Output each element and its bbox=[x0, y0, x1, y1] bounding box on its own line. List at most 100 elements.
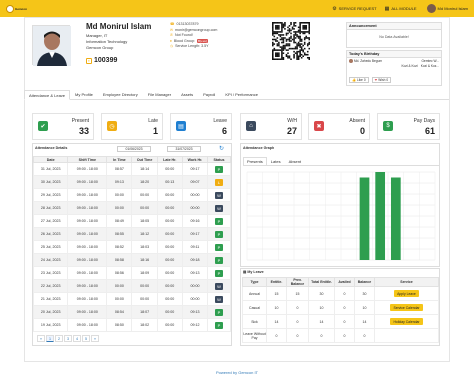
status-badge: P bbox=[215, 230, 224, 238]
tab-attendance-leave[interactable]: Attendance & Leave bbox=[24, 90, 71, 100]
phone-icon: ☎ bbox=[170, 22, 175, 26]
footer-powered-by[interactable]: Powered by Gemcon IT bbox=[0, 370, 474, 375]
contact-info: ☎ 01313037879 ✉ monir@gemcongroup.com ✆ … bbox=[170, 22, 217, 48]
leave-service-button[interactable]: Apply Leave bbox=[394, 290, 419, 297]
table-row[interactable]: 23 Jul, 2023 09:00 - 18:00 08:56 18:09 00:00… bbox=[32, 266, 231, 280]
cell-shift: 09:00 - 18:00 bbox=[67, 227, 108, 241]
like-button[interactable]: 👍 Like 0 bbox=[349, 77, 369, 83]
tab-file-manager[interactable]: File Manager bbox=[143, 89, 176, 99]
table-row[interactable]: 24 Jul, 2023 09:00 - 18:00 08:58 18:16 00:00… bbox=[32, 253, 231, 267]
cell-service: Apply Leave bbox=[374, 286, 439, 301]
company-logo[interactable]: Gemcon bbox=[6, 4, 32, 14]
cell-ent: 10 bbox=[266, 300, 287, 315]
table-row[interactable]: 21 Jul, 2023 09:00 - 18:00 00:00 00:00 00:00… bbox=[32, 292, 231, 306]
extra-value: Not Found! bbox=[175, 33, 193, 37]
table-row[interactable]: 31 Jul, 2023 09:00 - 18:00 08:57 18:14 00:00… bbox=[32, 162, 231, 176]
table-row: Annual 15 15 30 0 30 Apply Leave bbox=[242, 286, 439, 301]
cell-shift: 09:00 - 18:00 bbox=[67, 318, 108, 332]
cell-type: Leave Without Pay bbox=[242, 328, 267, 343]
date-to-input[interactable]: 31/07/2023 bbox=[167, 146, 201, 152]
cell-date: 30 Jul, 2023 bbox=[32, 175, 69, 189]
table-row[interactable]: 29 Jul, 2023 09:00 - 18:00 00:00 00:00 00:00… bbox=[32, 188, 231, 202]
stat-label: Late bbox=[148, 118, 158, 124]
tab-my-profile[interactable]: My Profile bbox=[70, 89, 98, 99]
tab-presents[interactable]: Presents bbox=[243, 157, 267, 165]
page-link[interactable]: » bbox=[91, 335, 99, 342]
cell-out: 18:16 bbox=[131, 253, 158, 267]
service-request-label: SERVICE REQUEST bbox=[338, 6, 377, 11]
page-link[interactable]: 4 bbox=[73, 335, 81, 342]
calendar-icon: ▤ bbox=[243, 270, 247, 274]
table-row[interactable]: 27 Jul, 2023 09:00 - 18:00 08:49 18:05 00:00… bbox=[32, 214, 231, 228]
page-link[interactable]: 5 bbox=[82, 335, 90, 342]
cell-shift: 09:00 - 18:00 bbox=[67, 175, 108, 189]
all-module-link[interactable]: ▦ ALL MODULE bbox=[385, 6, 417, 12]
cell-status: P bbox=[207, 227, 231, 241]
page-link[interactable]: 1 bbox=[46, 335, 54, 342]
page-link[interactable]: « bbox=[37, 335, 45, 342]
table-row[interactable]: 25 Jul, 2023 09:00 - 18:00 08:52 18:03 00:00… bbox=[32, 240, 231, 254]
cell-status: W bbox=[207, 279, 231, 293]
column-header: Type bbox=[242, 277, 267, 287]
gear-icon: ⚙ bbox=[332, 5, 337, 12]
announcement-panel: Announcement No Data Available! bbox=[346, 22, 442, 48]
chart-bar[interactable] bbox=[375, 172, 386, 260]
refresh-icon[interactable]: ↻ bbox=[219, 145, 224, 152]
cell-out: 18:09 bbox=[131, 266, 158, 280]
avatar bbox=[426, 4, 436, 13]
cell-in: 09:13 bbox=[106, 175, 133, 189]
table-row[interactable]: 19 Jul, 2023 09:00 - 18:00 08:50 18:02 00:00… bbox=[32, 318, 231, 332]
grid-icon: ▦ bbox=[384, 5, 390, 12]
leave-service-button[interactable]: Service Calendar bbox=[390, 304, 423, 311]
table-row[interactable]: 30 Jul, 2023 09:00 - 18:00 09:13 18:20 00:13… bbox=[32, 175, 231, 189]
chart-bar[interactable] bbox=[390, 177, 401, 261]
page-link[interactable]: 2 bbox=[55, 335, 63, 342]
tab-absent[interactable]: Absent bbox=[285, 157, 305, 165]
stat-present[interactable]: ✔ Present 33 bbox=[32, 113, 94, 140]
tab-assets[interactable]: Assets bbox=[176, 89, 198, 99]
stat-wh[interactable]: ⌂ W/H 27 bbox=[240, 113, 302, 140]
cell-type: Sick bbox=[242, 314, 267, 329]
tab-lates[interactable]: Lates bbox=[267, 157, 285, 165]
table-row[interactable]: 22 Jul, 2023 09:00 - 18:00 00:00 00:00 00:00… bbox=[32, 279, 231, 293]
stat-value: 33 bbox=[78, 126, 89, 136]
chart-bar[interactable] bbox=[359, 177, 370, 261]
table-row[interactable]: 26 Jul, 2023 09:00 - 18:00 08:55 18:12 00:00… bbox=[32, 227, 231, 241]
leave-service-button[interactable]: Holiday Calendar bbox=[390, 318, 423, 325]
cell-late: 00:00 bbox=[156, 253, 183, 267]
cell-status: P bbox=[207, 318, 231, 332]
stat-absent[interactable]: ✖ Absent 0 bbox=[308, 113, 370, 140]
cell-out: 00:00 bbox=[131, 188, 158, 202]
tab-employee-directory[interactable]: Employee Directory bbox=[98, 89, 143, 99]
status-badge: W bbox=[215, 295, 224, 303]
mail-icon: ✉ bbox=[170, 27, 174, 32]
cell-work: 09:18 bbox=[181, 253, 209, 267]
stat-late[interactable]: ◷ Late 1 bbox=[101, 113, 163, 140]
stat-pay-days[interactable]: $ Pay Days 61 bbox=[377, 113, 440, 140]
tab-payroll[interactable]: Payroll bbox=[198, 89, 220, 99]
email-row: ✉ monir@gemcongroup.com bbox=[170, 28, 217, 32]
cell-date: 23 Jul, 2023 bbox=[32, 266, 69, 280]
date-from-input[interactable]: 01/06/2023 bbox=[117, 146, 151, 152]
cell-balance: 0 bbox=[354, 328, 375, 343]
page-link[interactable]: 3 bbox=[64, 335, 72, 342]
table-row[interactable]: 28 Jul, 2023 09:00 - 18:00 00:00 00:00 00:00… bbox=[32, 201, 231, 215]
logo-mark bbox=[6, 4, 14, 13]
status-badge: P bbox=[215, 217, 224, 225]
cell-in: 08:52 bbox=[106, 240, 133, 254]
cell-date: 21 Jul, 2023 bbox=[32, 292, 69, 306]
cell-availed: 0 bbox=[334, 300, 355, 315]
cell-ent: 15 bbox=[266, 286, 287, 301]
birthday-person[interactable]: Md. Zahedu Begum bbox=[349, 59, 382, 63]
table-row[interactable]: 20 Jul, 2023 09:00 - 18:00 08:54 18:07 00:00… bbox=[32, 305, 231, 319]
user-menu[interactable]: Md Monirul Islam bbox=[426, 4, 468, 13]
tab-kpi-performance[interactable]: KPI / Performance bbox=[220, 89, 263, 99]
birthday-actions: 👍 Like 0 ❤ Wish 0 bbox=[349, 77, 392, 83]
cell-in: 08:56 bbox=[106, 266, 133, 280]
birthday-person-name-2[interactable]: Kozi & Kozi bbox=[401, 64, 417, 68]
wish-button[interactable]: ❤ Wish 0 bbox=[371, 77, 392, 83]
cell-in: 00:00 bbox=[106, 201, 133, 215]
stat-leave[interactable]: ▤ Leave 6 bbox=[170, 113, 232, 140]
cell-ent: 14 bbox=[266, 314, 287, 329]
service-request-link[interactable]: ⚙ SERVICE REQUEST bbox=[332, 6, 376, 12]
